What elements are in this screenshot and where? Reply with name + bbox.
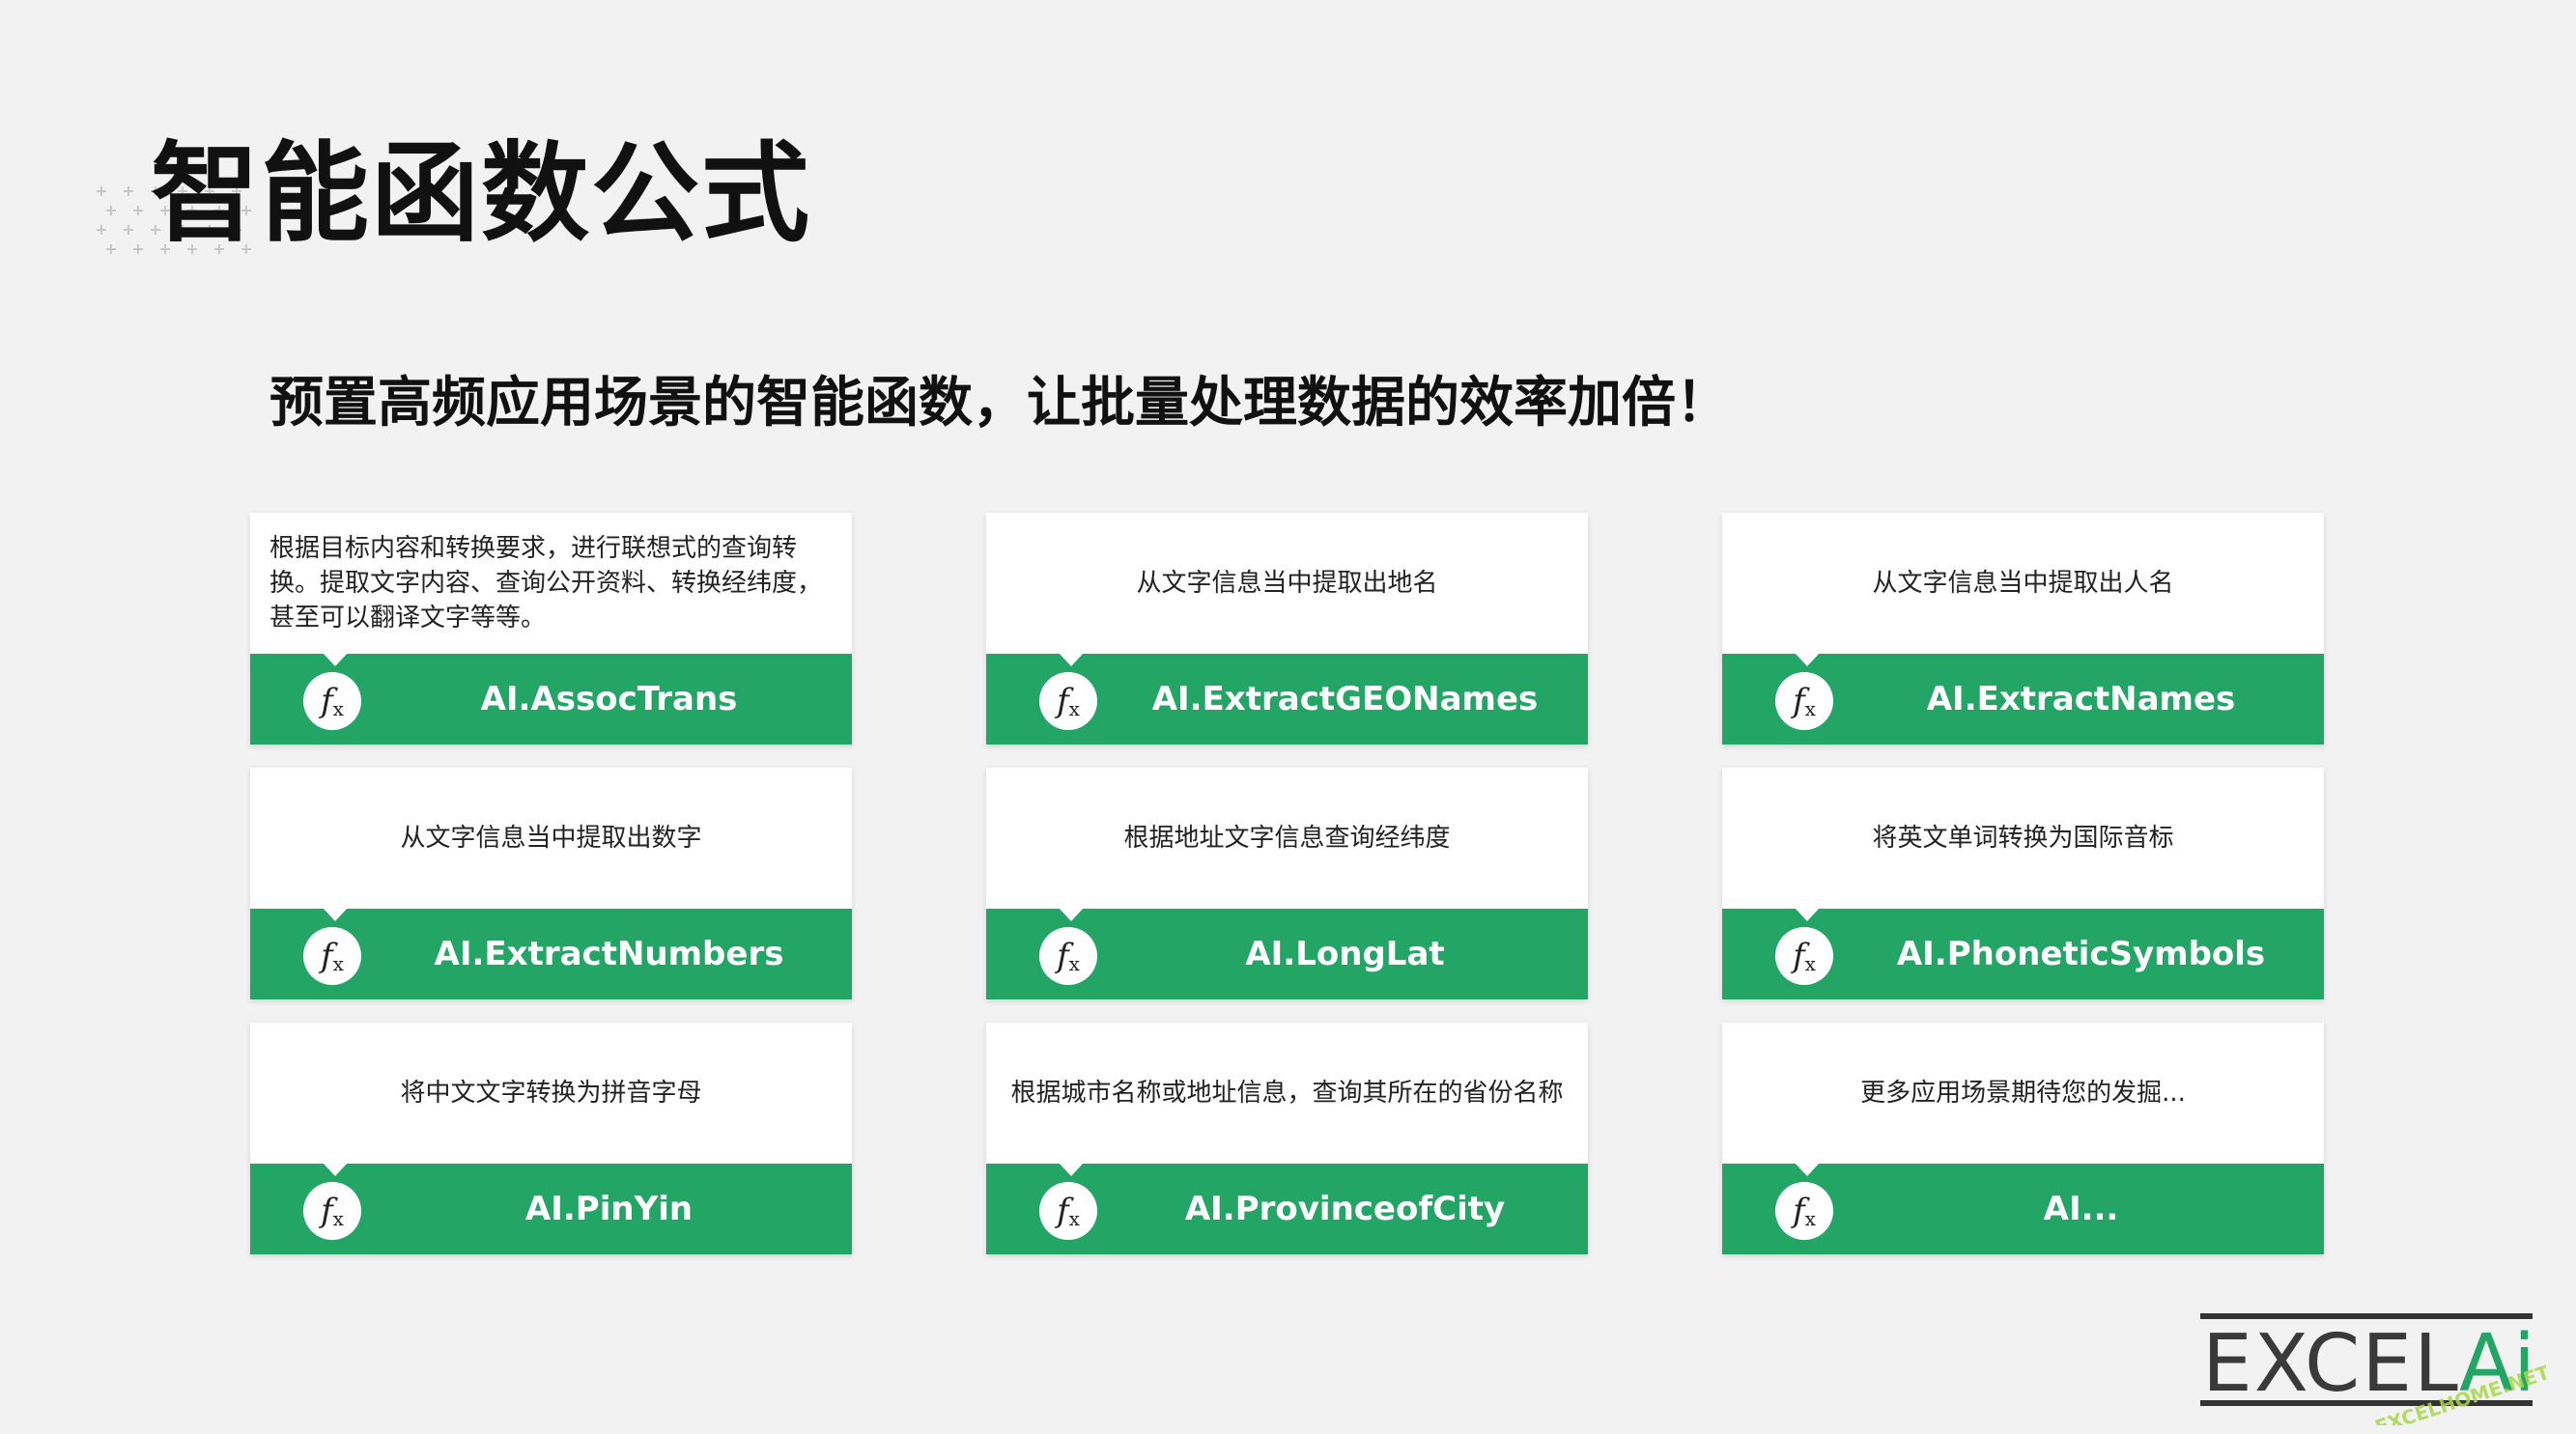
card-footer: fx AI.ExtractGEONames: [986, 653, 1588, 745]
card-pointer: [323, 1163, 348, 1176]
function-card-longlat[interactable]: 根据地址文字信息查询经纬度 fx AI.LongLat: [986, 768, 1588, 999]
card-description: 将中文文字转换为拼音字母: [400, 1079, 702, 1108]
card-pointer: [1795, 1163, 1820, 1176]
function-name: AI.ProvinceofCity: [1184, 1190, 1506, 1228]
function-card-extractgeonames[interactable]: 从文字信息当中提取出地名 fx AI.ExtractGEONames: [986, 513, 1588, 745]
function-card-provinceofcity[interactable]: 根据城市名称或地址信息，查询其所在的省份名称 fx AI.ProvinceofC…: [986, 1023, 1588, 1254]
function-card-extractnames[interactable]: 从文字信息当中提取出人名 fx AI.ExtractNames: [1722, 513, 2324, 745]
function-name: AI.PinYin: [524, 1190, 694, 1228]
card-footer: fx AI.ProvinceofCity: [986, 1163, 1588, 1254]
fx-icon: fx: [303, 1182, 361, 1240]
card-pointer: [1059, 1163, 1084, 1176]
card-footer: fx AI.ExtractNames: [1722, 653, 2324, 745]
card-description: 从文字信息当中提取出地名: [1136, 569, 1438, 598]
function-card-more[interactable]: 更多应用场景期待您的发掘... fx AI...: [1722, 1023, 2324, 1254]
card-footer: fx AI.AssocTrans: [250, 653, 852, 745]
card-footer: fx AI.PinYin: [250, 1163, 852, 1254]
card-pointer: [1059, 908, 1084, 921]
page-title: 智能函数公式: [151, 131, 811, 257]
function-name: AI.ExtractGEONames: [1151, 680, 1539, 718]
function-name: AI...: [2043, 1190, 2119, 1228]
function-card-assoctrans[interactable]: 根据目标内容和转换要求，进行联想式的查询转换。提取文字内容、查询公开资料、转换经…: [250, 513, 852, 745]
card-description: 从文字信息当中提取出人名: [1872, 569, 2174, 598]
excelai-logo: EXCEL Ai EXCELHOME.NET: [2198, 1309, 2546, 1425]
function-name: AI.PhoneticSymbols: [1896, 935, 2266, 973]
card-pointer: [1795, 653, 1820, 666]
fx-icon: fx: [1775, 1182, 1833, 1240]
fx-icon: fx: [1039, 672, 1097, 730]
svg-text:EXCEL: EXCEL: [2202, 1318, 2460, 1410]
fx-icon: fx: [1775, 672, 1833, 730]
fx-icon: fx: [1039, 927, 1097, 985]
card-pointer: [323, 908, 348, 921]
card-footer: fx AI...: [1722, 1163, 2324, 1254]
function-name: AI.ExtractNames: [1926, 680, 2236, 718]
page-subtitle: 预置高频应用场景的智能函数，让批量处理数据的效率加倍！: [269, 372, 1730, 435]
card-description: 将英文单词转换为国际音标: [1872, 824, 2174, 853]
function-card-extractnumbers[interactable]: 从文字信息当中提取出数字 fx AI.ExtractNumbers: [250, 768, 852, 999]
function-name: AI.AssocTrans: [480, 680, 738, 718]
function-card-pinyin[interactable]: 将中文文字转换为拼音字母 fx AI.PinYin: [250, 1023, 852, 1254]
card-description: 根据地址文字信息查询经纬度: [1123, 824, 1451, 853]
card-pointer: [1795, 908, 1820, 921]
card-footer: fx AI.ExtractNumbers: [250, 908, 852, 999]
fx-icon: fx: [1039, 1182, 1097, 1240]
function-name: AI.LongLat: [1245, 935, 1445, 973]
fx-icon: fx: [1775, 927, 1833, 985]
card-description: 根据目标内容和转换要求，进行联想式的查询转换。提取文字内容、查询公开资料、转换经…: [269, 534, 823, 633]
card-footer: fx AI.LongLat: [986, 908, 1588, 999]
card-description: 根据城市名称或地址信息，查询其所在的省份名称: [1010, 1079, 1564, 1108]
function-card-phoneticsymbols[interactable]: 将英文单词转换为国际音标 fx AI.PhoneticSymbols: [1722, 768, 2324, 999]
slide: 智能函数公式 预置高频应用场景的智能函数，让批量处理数据的效率加倍！ 根据目标内…: [0, 0, 2576, 1434]
fx-icon: fx: [303, 672, 361, 730]
fx-icon: fx: [303, 927, 361, 985]
card-description: 从文字信息当中提取出数字: [400, 824, 702, 853]
card-description: 更多应用场景期待您的发掘...: [1860, 1079, 2186, 1108]
card-pointer: [1059, 653, 1084, 666]
card-pointer: [323, 653, 348, 666]
function-name: AI.ExtractNumbers: [434, 935, 784, 973]
card-footer: fx AI.PhoneticSymbols: [1722, 908, 2324, 999]
